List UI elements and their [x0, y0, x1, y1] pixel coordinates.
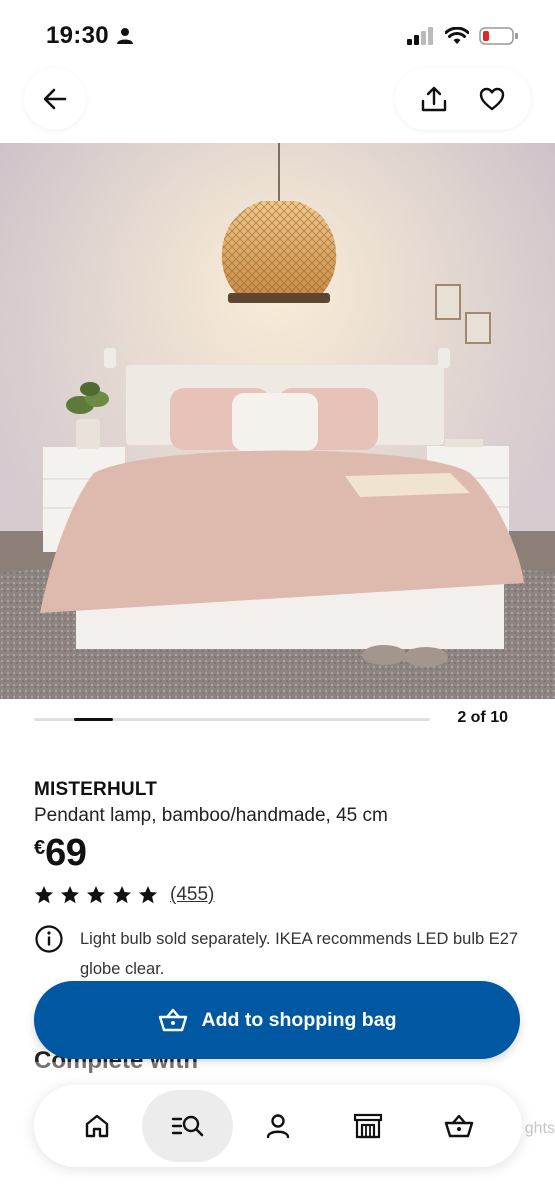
star-icon: [87, 886, 105, 904]
back-button[interactable]: [24, 68, 86, 130]
gallery-pager-indicator: [73, 718, 114, 721]
product-rating[interactable]: (455): [34, 884, 214, 906]
nav-home[interactable]: [52, 1090, 142, 1162]
signal-icon: [407, 27, 433, 45]
add-to-bag-button[interactable]: Add to shopping bag: [34, 981, 520, 1059]
product-price: €69: [34, 832, 87, 875]
arrow-left-icon: [43, 88, 67, 110]
star-icon: [113, 886, 131, 904]
product-name: MISTERHULT: [34, 779, 158, 800]
star-icon: [139, 886, 157, 904]
basket-icon: [158, 1008, 187, 1032]
price-amount: 69: [45, 832, 87, 874]
bedroom-photo: [0, 143, 555, 699]
basket-icon: [444, 1114, 474, 1138]
top-actions: [395, 68, 531, 130]
review-count-link[interactable]: (455): [170, 884, 214, 906]
star-icon: [35, 886, 53, 904]
star-icon: [61, 886, 79, 904]
info-icon: [35, 925, 63, 953]
share-icon: [421, 86, 447, 112]
favorite-button[interactable]: [470, 77, 514, 121]
share-button[interactable]: [412, 77, 456, 121]
bottom-navigation: [34, 1085, 522, 1167]
store-icon: [354, 1113, 383, 1139]
profile-icon: [266, 1114, 290, 1139]
product-image[interactable]: [0, 143, 555, 699]
heart-icon: [479, 87, 505, 111]
status-time: 19:30: [46, 22, 109, 49]
nav-search[interactable]: [142, 1090, 233, 1162]
status-bar: 19:30: [0, 0, 555, 74]
person-icon: [117, 28, 133, 44]
price-currency: €: [34, 837, 46, 859]
bulb-notice: Light bulb sold separately. IKEA recomme…: [34, 924, 529, 984]
add-to-bag-label: Add to shopping bag: [201, 1008, 397, 1031]
nav-shopping-bag[interactable]: [414, 1090, 504, 1162]
product-description: Pendant lamp, bamboo/handmade, 45 cm: [34, 805, 388, 826]
nav-profile[interactable]: [233, 1090, 323, 1162]
search-list-icon: [171, 1115, 203, 1137]
nav-stores[interactable]: [323, 1090, 413, 1162]
notice-text: Light bulb sold separately. IKEA recomme…: [80, 930, 519, 978]
wifi-icon: [445, 27, 469, 44]
battery-icon: [479, 27, 518, 45]
gallery-counter: 2 of 10: [457, 709, 508, 726]
home-icon: [86, 1114, 109, 1138]
partially-hidden-text: ghts: [524, 1120, 555, 1137]
gallery-pager[interactable]: [34, 718, 430, 721]
